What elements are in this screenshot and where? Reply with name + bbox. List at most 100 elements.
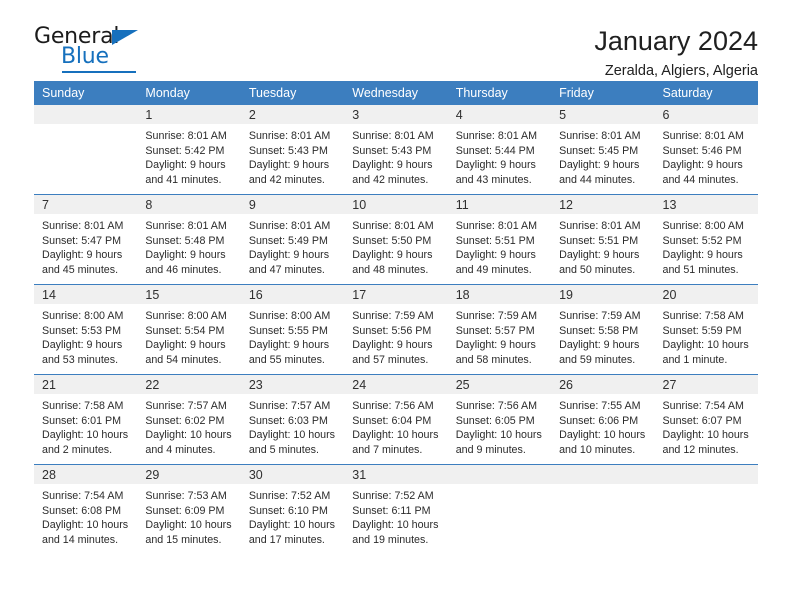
calendar-day-cell[interactable]: 27 Sunrise: 7:54 AM Sunset: 6:07 PM Dayligh… xyxy=(654,374,758,465)
logo-text-blue: Blue xyxy=(61,44,109,69)
calendar-day-cell[interactable]: 10 Sunrise: 8:01 AM Sunset: 5:50 PM Dayligh… xyxy=(344,194,448,285)
calendar-day-cell[interactable]: 5 Sunrise: 8:01 AM Sunset: 5:45 PM Daylight… xyxy=(551,105,655,195)
day-daylight2-text: and 45 minutes. xyxy=(42,263,119,276)
day-sunset-text: Sunset: 6:07 PM xyxy=(662,414,742,427)
day-cell-inner xyxy=(34,105,138,194)
calendar-day-cell[interactable]: 30 Sunrise: 7:52 AM Sunset: 6:10 PM Dayligh… xyxy=(240,464,345,554)
day-daylight1-text: Daylight: 10 hours xyxy=(352,519,439,532)
day-details: Sunrise: 7:52 AM Sunset: 6:10 PM Daylight:… xyxy=(241,484,344,547)
calendar-day-cell[interactable]: 2 Sunrise: 8:01 AM Sunset: 5:43 PM Daylight… xyxy=(240,105,345,195)
day-daylight1-text: Daylight: 9 hours xyxy=(248,339,330,352)
day-daylight2-text: and 50 minutes. xyxy=(559,263,636,276)
day-cell-inner: 10 Sunrise: 8:01 AM Sunset: 5:50 PM Dayligh… xyxy=(344,195,448,284)
calendar-day-cell[interactable]: 14 Sunrise: 8:00 AM Sunset: 5:53 PM Dayligh… xyxy=(34,284,138,375)
day-sunrise-text: Sunrise: 7:59 AM xyxy=(455,310,538,322)
day-sunset-text: Sunset: 5:59 PM xyxy=(662,324,742,337)
calendar-day-cell-empty xyxy=(447,464,552,554)
day-sunrise-text: Sunrise: 8:01 AM xyxy=(248,220,331,232)
calendar-day-cell[interactable]: 28 Sunrise: 7:54 AM Sunset: 6:08 PM Dayligh… xyxy=(34,464,138,554)
calendar-day-cell[interactable]: 8 Sunrise: 8:01 AM Sunset: 5:48 PM Daylight… xyxy=(137,194,241,285)
day-details: Sunrise: 8:01 AM Sunset: 5:46 PM Daylight:… xyxy=(655,124,758,187)
day-daylight1-text: Daylight: 9 hours xyxy=(559,159,640,172)
day-sunrise-text: Sunrise: 8:01 AM xyxy=(248,130,331,142)
calendar-day-cell[interactable]: 9 Sunrise: 8:01 AM Sunset: 5:49 PM Daylight… xyxy=(240,194,345,285)
day-sunset-text: Sunset: 6:05 PM xyxy=(455,414,535,427)
day-cell-inner: 13 Sunrise: 8:00 AM Sunset: 5:52 PM Dayligh… xyxy=(654,195,758,284)
day-sunset-text: Sunset: 5:52 PM xyxy=(662,234,742,247)
calendar-day-cell[interactable]: 22 Sunrise: 7:57 AM Sunset: 6:02 PM Dayligh… xyxy=(137,374,241,465)
page-header: General Blue January 2024 Zeralda, Algie… xyxy=(34,0,758,80)
day-number: 17 xyxy=(344,285,448,304)
calendar-day-cell[interactable]: 18 Sunrise: 7:59 AM Sunset: 5:57 PM Dayligh… xyxy=(447,284,552,375)
day-daylight1-text: Daylight: 9 hours xyxy=(662,159,743,172)
day-number: 14 xyxy=(34,285,138,304)
day-daylight1-text: Daylight: 9 hours xyxy=(455,339,536,352)
day-daylight2-text: and 17 minutes. xyxy=(248,533,325,546)
day-cell-inner: 8 Sunrise: 8:01 AM Sunset: 5:48 PM Daylight… xyxy=(137,195,241,284)
calendar-day-cell[interactable]: 13 Sunrise: 8:00 AM Sunset: 5:52 PM Dayligh… xyxy=(654,194,758,285)
calendar-week-row: 7 Sunrise: 8:01 AM Sunset: 5:47 PM Daylight… xyxy=(34,194,758,285)
calendar-day-cell[interactable]: 26 Sunrise: 7:55 AM Sunset: 6:06 PM Dayligh… xyxy=(551,374,655,465)
day-cell-inner: 5 Sunrise: 8:01 AM Sunset: 5:45 PM Daylight… xyxy=(551,105,655,194)
calendar-day-cell[interactable]: 16 Sunrise: 8:00 AM Sunset: 5:55 PM Dayligh… xyxy=(240,284,345,375)
day-daylight2-text: and 1 minute. xyxy=(662,353,728,366)
day-sunset-text: Sunset: 5:51 PM xyxy=(559,234,639,247)
calendar-day-cell[interactable]: 19 Sunrise: 7:59 AM Sunset: 5:58 PM Dayligh… xyxy=(551,284,655,375)
calendar-day-cell[interactable]: 21 Sunrise: 7:58 AM Sunset: 6:01 PM Dayligh… xyxy=(34,374,138,465)
day-sunset-text: Sunset: 6:04 PM xyxy=(352,414,432,427)
day-cell-inner: 7 Sunrise: 8:01 AM Sunset: 5:47 PM Daylight… xyxy=(34,195,138,284)
calendar-day-cell[interactable]: 31 Sunrise: 7:52 AM Sunset: 6:11 PM Dayligh… xyxy=(344,464,448,554)
day-daylight2-text: and 9 minutes. xyxy=(455,443,526,456)
weekday-header-wednesday: Wednesday xyxy=(344,81,448,105)
day-daylight1-text: Daylight: 10 hours xyxy=(42,519,129,532)
calendar-day-cell[interactable]: 20 Sunrise: 7:58 AM Sunset: 5:59 PM Dayligh… xyxy=(654,284,758,375)
weekday-header-sunday: Sunday xyxy=(34,81,138,105)
day-daylight2-text: and 42 minutes. xyxy=(248,173,325,186)
day-cell-inner: 29 Sunrise: 7:53 AM Sunset: 6:09 PM Dayligh… xyxy=(137,465,241,554)
calendar-day-cell[interactable]: 1 Sunrise: 8:01 AM Sunset: 5:42 PM Daylight… xyxy=(137,105,241,195)
day-sunrise-text: Sunrise: 7:52 AM xyxy=(248,490,331,502)
calendar-day-cell[interactable]: 25 Sunrise: 7:56 AM Sunset: 6:05 PM Dayligh… xyxy=(447,374,552,465)
day-details: Sunrise: 7:56 AM Sunset: 6:04 PM Daylight:… xyxy=(344,394,447,457)
calendar-day-cell[interactable]: 24 Sunrise: 7:56 AM Sunset: 6:04 PM Dayligh… xyxy=(344,374,448,465)
day-details: Sunrise: 8:01 AM Sunset: 5:48 PM Daylight:… xyxy=(137,214,240,277)
day-number: 20 xyxy=(654,285,758,304)
day-sunrise-text: Sunrise: 8:01 AM xyxy=(145,220,227,232)
calendar-day-cell[interactable]: 12 Sunrise: 8:01 AM Sunset: 5:51 PM Dayligh… xyxy=(551,194,655,285)
calendar-day-cell[interactable]: 15 Sunrise: 8:00 AM Sunset: 5:54 PM Dayligh… xyxy=(137,284,241,375)
day-sunrise-text: Sunrise: 7:53 AM xyxy=(145,490,227,502)
calendar-day-cell-empty xyxy=(654,464,758,554)
day-details: Sunrise: 7:53 AM Sunset: 6:09 PM Daylight:… xyxy=(137,484,240,547)
day-sunrise-text: Sunrise: 7:57 AM xyxy=(145,400,227,412)
day-details: Sunrise: 8:01 AM Sunset: 5:47 PM Daylight:… xyxy=(34,214,137,277)
calendar-week-row: 1 Sunrise: 8:01 AM Sunset: 5:42 PM Daylight… xyxy=(34,105,758,195)
triangle-icon xyxy=(112,30,138,45)
calendar-day-cell[interactable]: 4 Sunrise: 8:01 AM Sunset: 5:44 PM Daylight… xyxy=(447,105,552,195)
day-number: 19 xyxy=(551,285,655,304)
day-daylight1-text: Daylight: 9 hours xyxy=(42,339,123,352)
calendar-day-cell[interactable]: 23 Sunrise: 7:57 AM Sunset: 6:03 PM Dayligh… xyxy=(240,374,345,465)
day-details: Sunrise: 7:54 AM Sunset: 6:08 PM Daylight:… xyxy=(34,484,137,547)
calendar-day-cell[interactable]: 3 Sunrise: 8:01 AM Sunset: 5:43 PM Daylight… xyxy=(344,105,448,195)
day-number xyxy=(34,105,138,124)
calendar-day-cell[interactable]: 17 Sunrise: 7:59 AM Sunset: 5:56 PM Dayligh… xyxy=(344,284,448,375)
day-daylight1-text: Daylight: 10 hours xyxy=(455,429,542,442)
day-cell-inner: 31 Sunrise: 7:52 AM Sunset: 6:11 PM Dayligh… xyxy=(344,465,448,554)
day-daylight2-text: and 2 minutes. xyxy=(42,443,113,456)
day-daylight1-text: Daylight: 9 hours xyxy=(559,339,640,352)
day-cell-inner xyxy=(447,465,552,554)
calendar-header-row: Sunday Monday Tuesday Wednesday Thursday Frid… xyxy=(34,81,758,105)
title-block: January 2024 Zeralda, Algiers, Algeria xyxy=(594,26,758,79)
day-daylight2-text: and 44 minutes. xyxy=(662,173,739,186)
day-cell-inner: 19 Sunrise: 7:59 AM Sunset: 5:58 PM Dayligh… xyxy=(551,285,655,374)
calendar-day-cell[interactable]: 11 Sunrise: 8:01 AM Sunset: 5:51 PM Dayligh… xyxy=(447,194,552,285)
day-number: 5 xyxy=(551,105,655,124)
day-cell-inner: 23 Sunrise: 7:57 AM Sunset: 6:03 PM Dayligh… xyxy=(240,375,345,464)
calendar-day-cell[interactable]: 29 Sunrise: 7:53 AM Sunset: 6:09 PM Dayligh… xyxy=(137,464,241,554)
day-sunset-text: Sunset: 5:58 PM xyxy=(559,324,639,337)
general-blue-logo[interactable]: General Blue xyxy=(34,26,154,73)
day-details: Sunrise: 8:01 AM Sunset: 5:43 PM Daylight:… xyxy=(241,124,344,187)
day-daylight1-text: Daylight: 9 hours xyxy=(145,249,226,262)
calendar-day-cell[interactable]: 6 Sunrise: 8:01 AM Sunset: 5:46 PM Daylight… xyxy=(654,105,758,195)
calendar-day-cell[interactable]: 7 Sunrise: 8:01 AM Sunset: 5:47 PM Daylight… xyxy=(34,194,138,285)
